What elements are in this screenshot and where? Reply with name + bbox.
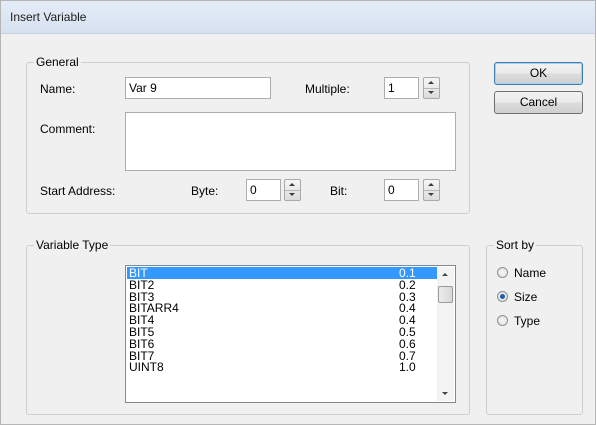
window-title: Insert Variable [10,10,87,24]
multiple-field[interactable]: 1 [384,77,419,99]
bit-label: Bit: [330,184,348,198]
name-label: Name: [40,82,76,96]
radio-button[interactable] [497,315,508,326]
cancel-button[interactable]: Cancel [494,91,583,114]
list-item[interactable]: BIT 0.1 [127,267,438,279]
sort-option-label: Size [514,290,538,304]
list-item[interactable]: BIT6 0.6 [127,338,438,350]
list-item[interactable]: BIT5 0.5 [127,326,438,338]
sort-option-label: Name [514,266,547,280]
title-bar: Insert Variable [1,1,595,34]
comment-field[interactable] [125,112,456,171]
arrow-up-icon [428,81,434,84]
radio-button[interactable] [497,267,508,278]
insert-variable-dialog: Insert Variable General Name: Var 9 Mult… [0,0,596,425]
list-item[interactable]: UINT8 1.0 [127,361,438,373]
multiple-spinner[interactable] [423,77,440,99]
byte-spinner[interactable] [284,179,301,201]
sort-by-legend: Sort by [494,238,537,252]
sort-option-label: Type [514,314,541,328]
variable-type-size: 0.2 [399,277,416,292]
comment-label: Comment: [40,122,96,136]
ok-button[interactable]: OK [494,62,583,85]
variable-type-size: 0.6 [399,336,416,351]
bit-field[interactable]: 0 [384,179,419,201]
arrow-down-icon [428,193,434,196]
radio-button[interactable] [497,291,508,302]
variable-type-name: BIT2 [129,277,155,292]
byte-label: Byte: [191,184,219,198]
scroll-down-icon[interactable] [442,392,448,395]
variable-type-legend: Variable Type [34,238,111,252]
general-legend: General [34,55,81,69]
arrow-down-icon [428,91,434,94]
variable-type-size: 1.0 [399,360,416,375]
scroll-thumb[interactable] [438,286,453,303]
variable-type-name: BIT6 [129,336,155,351]
variable-type-rows: BIT 0.1 BIT2 0.2 BIT3 0.3 BITARR4 0.4 BIT4 0.4 BIT… [127,267,438,373]
bit-decrement-button[interactable] [424,190,439,200]
arrow-up-icon [289,183,295,186]
byte-field[interactable]: 0 [246,179,281,201]
list-item[interactable]: BITARR4 0.4 [127,302,438,314]
multiple-decrement-button[interactable] [424,88,439,98]
list-item[interactable]: BIT7 0.7 [127,350,438,362]
list-item[interactable]: BIT2 0.2 [127,279,438,291]
variable-type-list[interactable]: BIT 0.1 BIT2 0.2 BIT3 0.3 BITARR4 0.4 BIT4 0.4 BIT… [125,265,456,403]
arrow-up-icon [428,183,434,186]
bit-spinner[interactable] [423,179,440,201]
list-item[interactable]: BIT4 0.4 [127,314,438,326]
variable-type-name: UINT8 [129,360,164,375]
scroll-up-icon[interactable] [442,273,448,276]
arrow-down-icon [289,193,295,196]
byte-decrement-button[interactable] [285,190,300,200]
name-field[interactable]: Var 9 [125,77,271,99]
multiple-label: Multiple: [305,82,350,96]
start-address-label: Start Address: [40,184,116,198]
list-scrollbar[interactable] [437,267,454,401]
